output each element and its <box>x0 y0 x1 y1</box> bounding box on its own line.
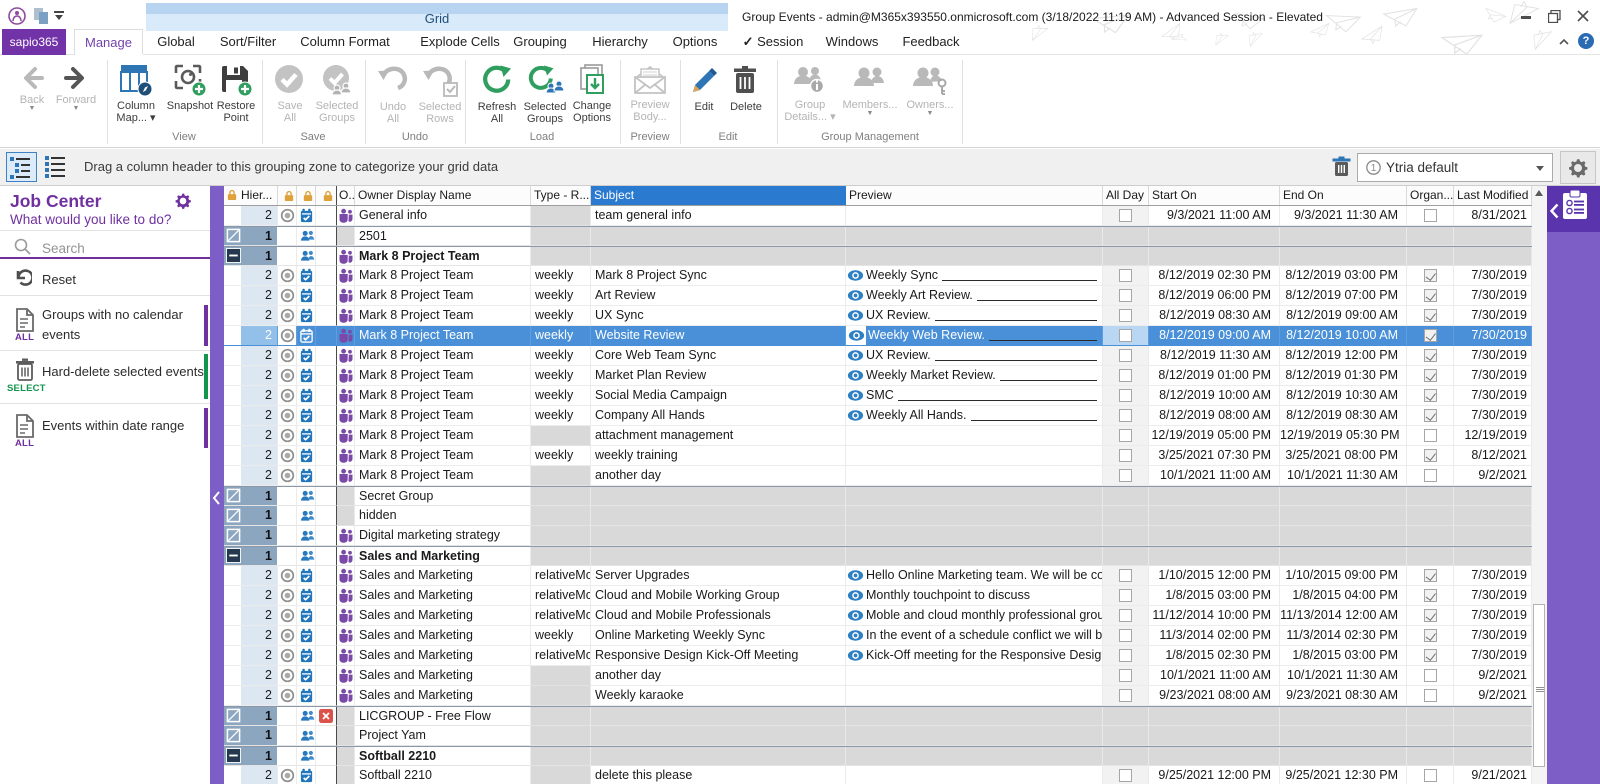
svg-text:1: 1 <box>1371 163 1377 174</box>
